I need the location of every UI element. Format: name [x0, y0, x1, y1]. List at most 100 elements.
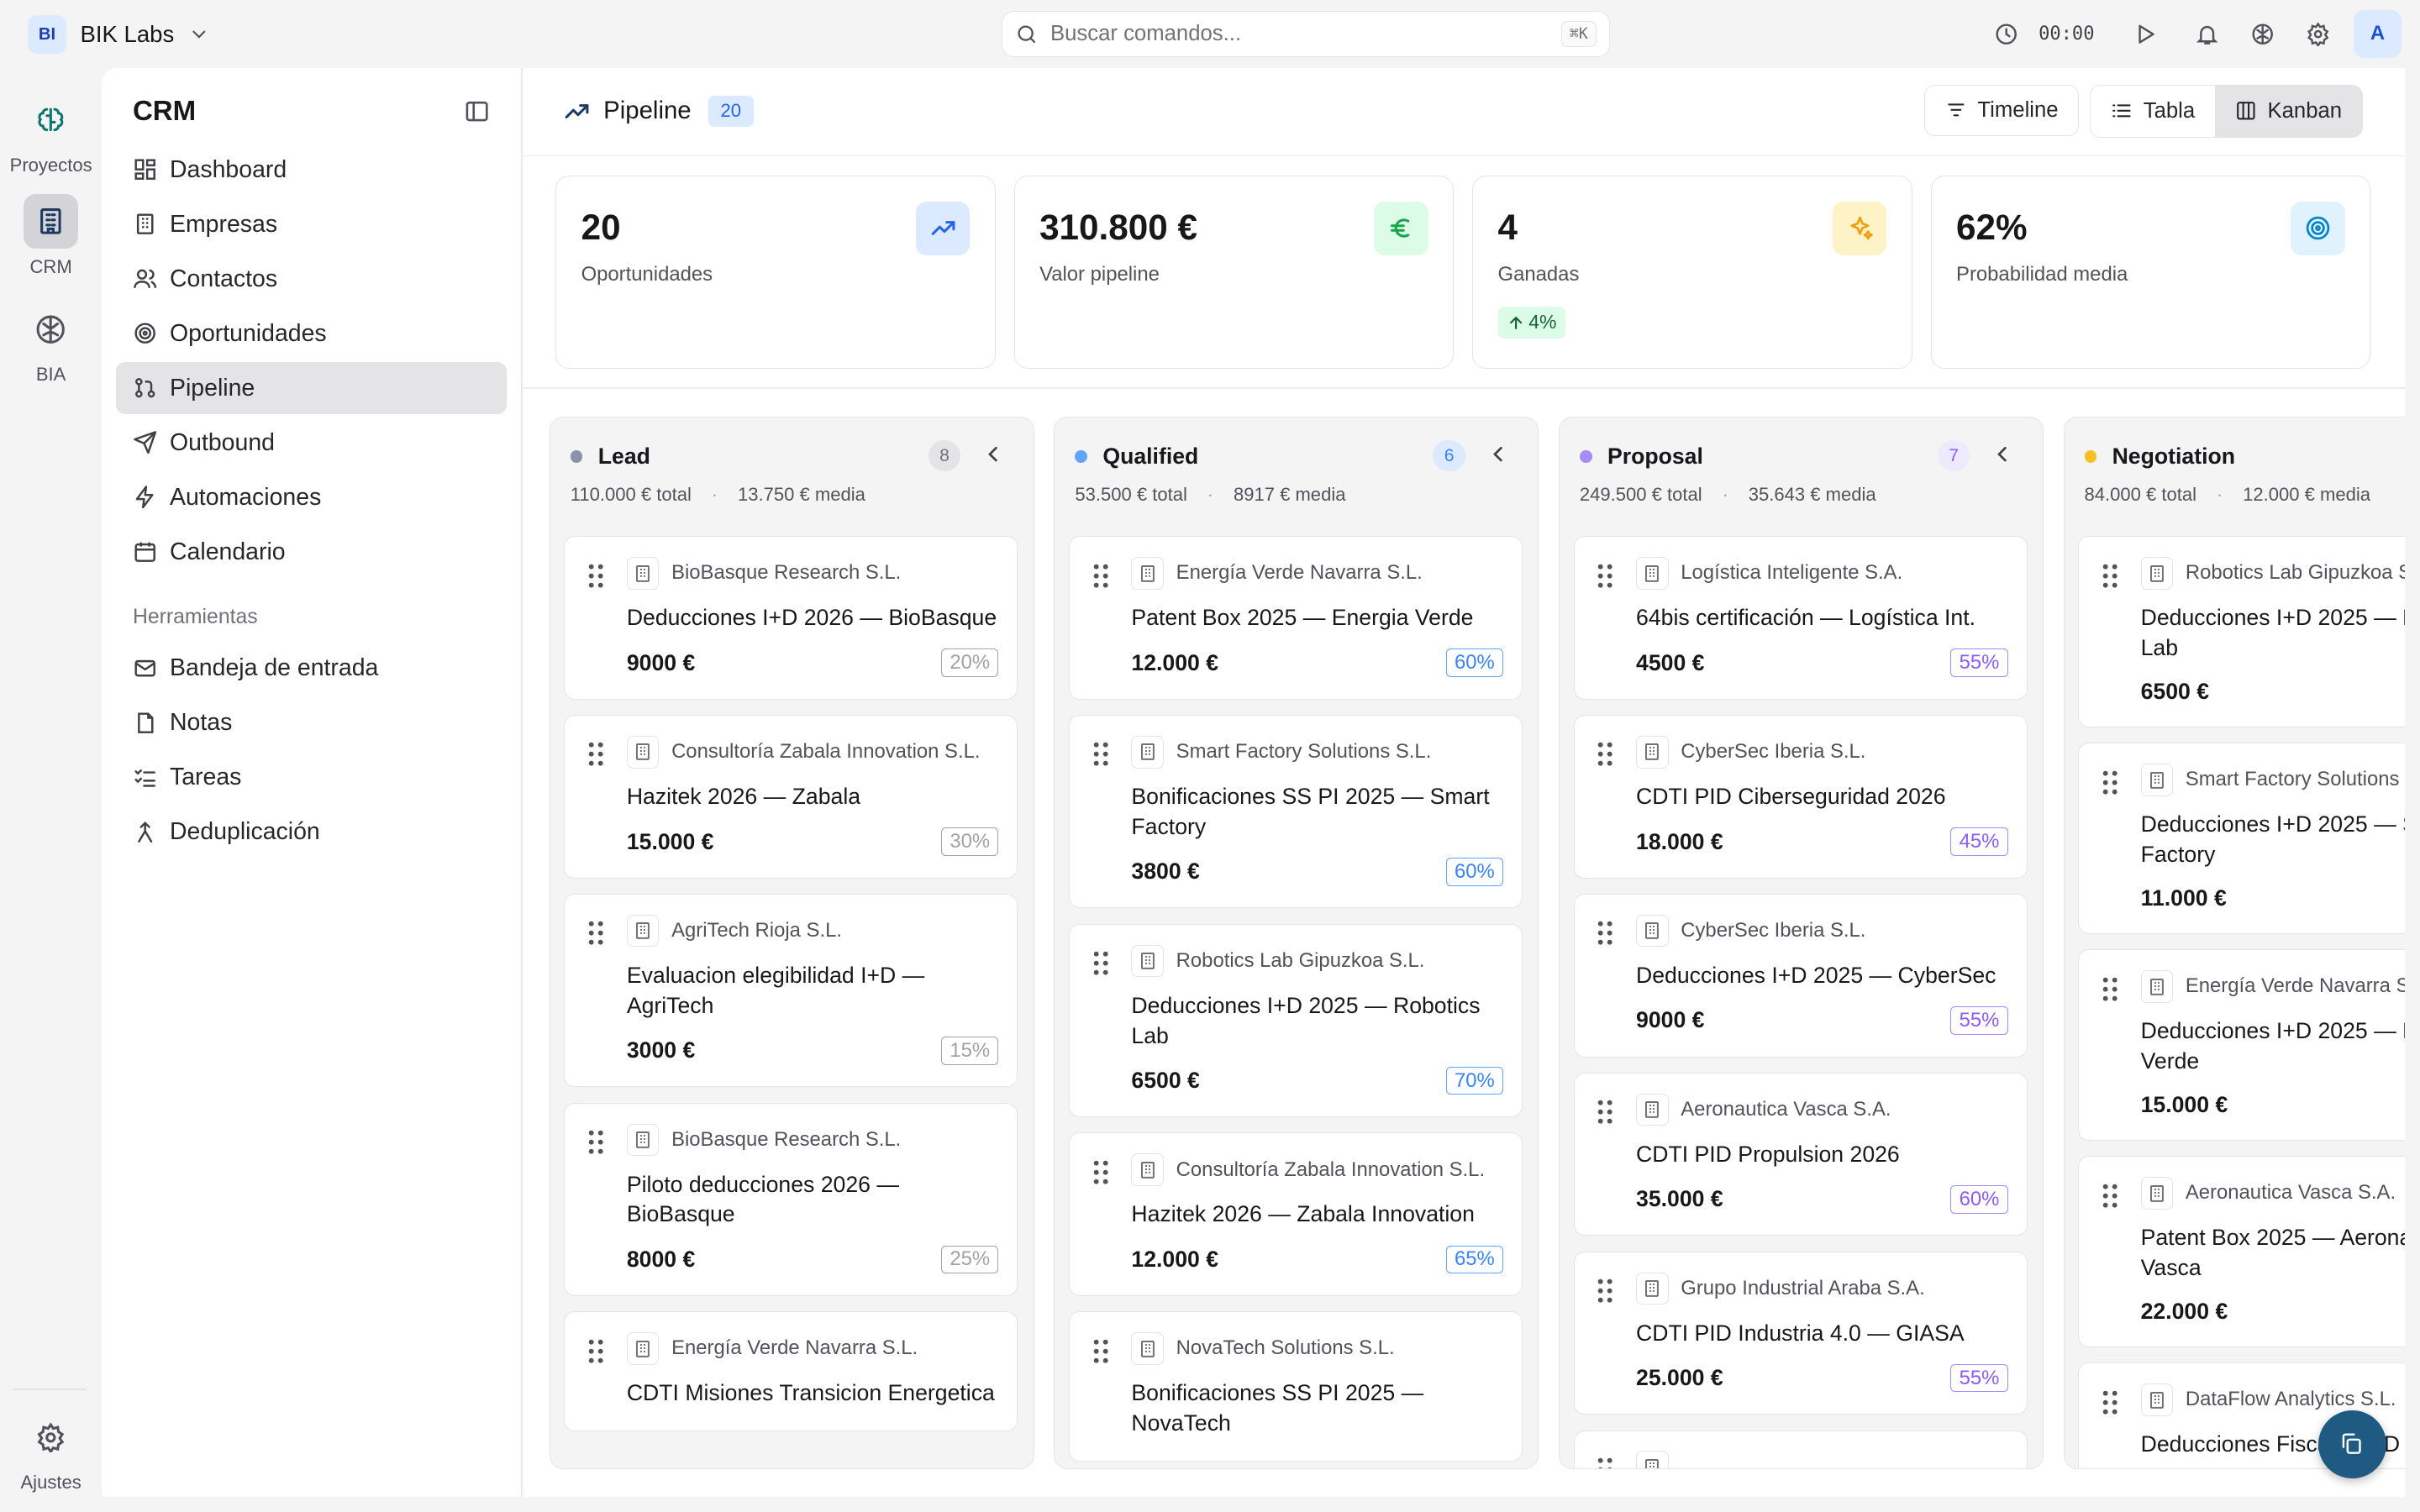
opportunity-card[interactable]: Energía Verde Navarra S.L. CDTI Misiones …: [564, 1311, 1018, 1431]
building-icon: [626, 914, 660, 948]
drag-handle-icon[interactable]: [1597, 921, 1612, 952]
timeline-view-button[interactable]: Timeline: [1923, 85, 2080, 136]
sidebar-item-label: Oportunidades: [170, 319, 327, 347]
kanban-column-proposal: Proposal 7 249.500 € total · 35.643 € media L…: [1559, 416, 2044, 1469]
opportunity-card[interactable]: Energía Verde Navarra S.L. Deducciones I+…: [2078, 949, 2405, 1141]
rail-item-bia[interactable]: BIA: [0, 302, 102, 386]
sidebar-item-contactos[interactable]: Contactos: [116, 253, 508, 305]
drag-handle-icon[interactable]: [2102, 770, 2118, 801]
opportunity-card[interactable]: Smart Factory Solutions S.L. Deducciones …: [2078, 743, 2405, 934]
collapse-column-icon[interactable]: [1486, 442, 1510, 466]
company-name: CyberSec Iberia S.L.: [1681, 740, 1866, 764]
separator-dot: ·: [1207, 483, 1214, 505]
drag-handle-icon[interactable]: [2102, 564, 2118, 595]
drag-handle-icon[interactable]: [1093, 742, 1108, 773]
sidebar-item-bandeja[interactable]: Bandeja de entrada: [116, 642, 508, 694]
drag-handle-icon[interactable]: [2102, 1184, 2118, 1215]
sidebar-item-tareas[interactable]: Tareas: [116, 751, 508, 803]
drag-handle-icon[interactable]: [1093, 1160, 1108, 1191]
sidebar-item-automaciones[interactable]: Automaciones: [116, 471, 508, 523]
column-summary: 249.500 € total · 35.643 € media: [1580, 484, 1876, 506]
rail-item-ajustes[interactable]: Ajustes: [0, 1410, 102, 1494]
brain-circuit-icon: [24, 92, 77, 146]
clock-icon[interactable]: [1983, 11, 2029, 57]
drag-handle-icon[interactable]: [588, 1339, 603, 1370]
opportunity-card[interactable]: Aeronautica Vasca S.A. Patent Box 2025 — …: [2078, 1156, 2405, 1347]
opportunity-card[interactable]: Energía Verde Navarra S.L. Patent Box 202…: [1068, 536, 1523, 700]
opportunity-card[interactable]: NovaTech Solutions S.L. Bonificaciones SS…: [1068, 1311, 1523, 1462]
sidebar-item-deduplicacion[interactable]: Deduplicación: [116, 806, 508, 858]
drag-handle-icon[interactable]: [588, 742, 603, 773]
opportunity-card[interactable]: BioBasque Research S.L. Piloto deduccione…: [564, 1102, 1018, 1296]
kanban-view-button[interactable]: Kanban: [2215, 86, 2362, 137]
opportunity-card[interactable]: Robotics Lab Gipuzkoa S.L. Deducciones I+…: [2078, 536, 2405, 727]
kanban-label: Kanban: [2267, 98, 2343, 123]
table-view-button[interactable]: Tabla: [2091, 86, 2216, 137]
sidebar-item-dashboard[interactable]: Dashboard: [116, 144, 508, 196]
command-search[interactable]: ⌘K: [1002, 10, 1610, 57]
card-footer: 15.000 € 30%: [627, 827, 999, 856]
sidebar-item-outbound[interactable]: Outbound: [116, 417, 508, 469]
drag-handle-icon[interactable]: [1597, 1278, 1612, 1310]
rail-label: BIA: [35, 364, 66, 386]
rail-item-proyectos[interactable]: Proyectos: [0, 92, 102, 176]
play-icon[interactable]: [2123, 11, 2169, 57]
opportunity-card[interactable]: BioBasque Research S.L. Deducciones I+D 2…: [564, 536, 1018, 700]
sidebar-item-notas[interactable]: Notas: [116, 696, 508, 748]
board-divider: [523, 387, 2405, 389]
company-name: Robotics Lab Gipuzkoa S.L.: [2185, 561, 2405, 585]
opportunity-card[interactable]: Aeronautica Vasca S.A. CDTI PID Propulsio…: [1573, 1072, 2028, 1236]
company-name: Energía Verde Navarra S.L.: [671, 1336, 918, 1360]
collapse-column-icon[interactable]: [1990, 442, 2014, 466]
rail-item-crm[interactable]: CRM: [0, 194, 102, 277]
settings-gear-icon[interactable]: [2295, 11, 2341, 57]
git-pull-request-icon: [133, 375, 157, 400]
floating-action-button[interactable]: [2317, 1410, 2386, 1478]
column-count-badge: 8: [928, 440, 961, 472]
drag-handle-icon[interactable]: [1597, 1457, 1612, 1468]
collapse-column-icon[interactable]: [981, 442, 1005, 466]
sidebar-item-oportunidades[interactable]: Oportunidades: [116, 307, 508, 360]
top-bar: BI BIK Labs ⌘K 00:00: [0, 0, 2420, 68]
opportunity-card[interactable]: Robotics Lab Gipuzkoa S.L. Deducciones I+…: [1068, 923, 1523, 1118]
bell-icon[interactable]: [2184, 11, 2230, 57]
user-avatar[interactable]: A: [2353, 9, 2402, 58]
opportunity-card[interactable]: Grupo Industrial Araba S.A. CDTI PID Indu…: [1573, 1251, 2028, 1415]
sidebar-item-pipeline[interactable]: Pipeline: [115, 361, 508, 415]
opportunity-amount: 9000 €: [1636, 1007, 1705, 1033]
opportunity-card[interactable]: Smart Factory Solutions S.L. Bonificacion…: [1068, 715, 1523, 909]
company-name: Smart Factory Solutions S.L.: [1176, 740, 1432, 764]
card-footer: 6500 €: [2141, 679, 2405, 705]
drag-handle-icon[interactable]: [588, 1130, 603, 1161]
drag-handle-icon[interactable]: [1093, 1339, 1108, 1370]
sidebar-item-empresas[interactable]: Empresas: [116, 198, 508, 250]
opportunity-card[interactable]: Consultoría Zabala Innovation S.L. Hazite…: [1068, 1132, 1523, 1296]
drag-handle-icon[interactable]: [588, 921, 603, 952]
org-switcher[interactable]: BI BIK Labs: [28, 15, 209, 55]
drag-handle-icon[interactable]: [2102, 1390, 2118, 1421]
opportunity-card[interactable]: Consultoría Zabala Innovation S.L. Hazite…: [564, 715, 1018, 879]
brain-icon[interactable]: [2239, 11, 2286, 57]
drag-handle-icon[interactable]: [1093, 564, 1108, 595]
opportunity-card[interactable]: CyberSec Iberia S.L. CDTI PID Ciberseguri…: [1573, 715, 2028, 879]
opportunity-card[interactable]: CyberSec Iberia S.L. Deducciones I+D 2025…: [1573, 894, 2028, 1058]
opportunity-card[interactable]: [1573, 1430, 2028, 1468]
sidebar-toggle-icon[interactable]: [464, 98, 490, 124]
sidebar-item-calendario[interactable]: Calendario: [116, 526, 508, 578]
company-name: Aeronautica Vasca S.A.: [2185, 1181, 2396, 1205]
drag-handle-icon[interactable]: [2102, 977, 2118, 1008]
opportunity-card[interactable]: AgriTech Rioja S.L. Evaluacion elegibilid…: [564, 894, 1018, 1088]
drag-handle-icon[interactable]: [1597, 1100, 1612, 1131]
opportunity-title: Deducciones I+D 2025 — Smart Factory: [2140, 811, 2405, 868]
card-footer: 15.000 €: [2141, 1092, 2405, 1118]
drag-handle-icon[interactable]: [1093, 951, 1108, 982]
drag-handle-icon[interactable]: [1597, 564, 1612, 595]
drag-handle-icon[interactable]: [1597, 742, 1612, 773]
opportunity-card[interactable]: Logística Inteligente S.A. 64bis certific…: [1573, 536, 2028, 700]
search-input[interactable]: [1050, 21, 1549, 46]
timer-readout: 00:00: [2039, 23, 2095, 45]
drag-handle-icon[interactable]: [588, 564, 603, 595]
trend-value: 4%: [1528, 311, 1557, 333]
card-footer: 9000 € 20%: [627, 648, 999, 678]
sidebar-item-label: Contactos: [170, 265, 278, 292]
